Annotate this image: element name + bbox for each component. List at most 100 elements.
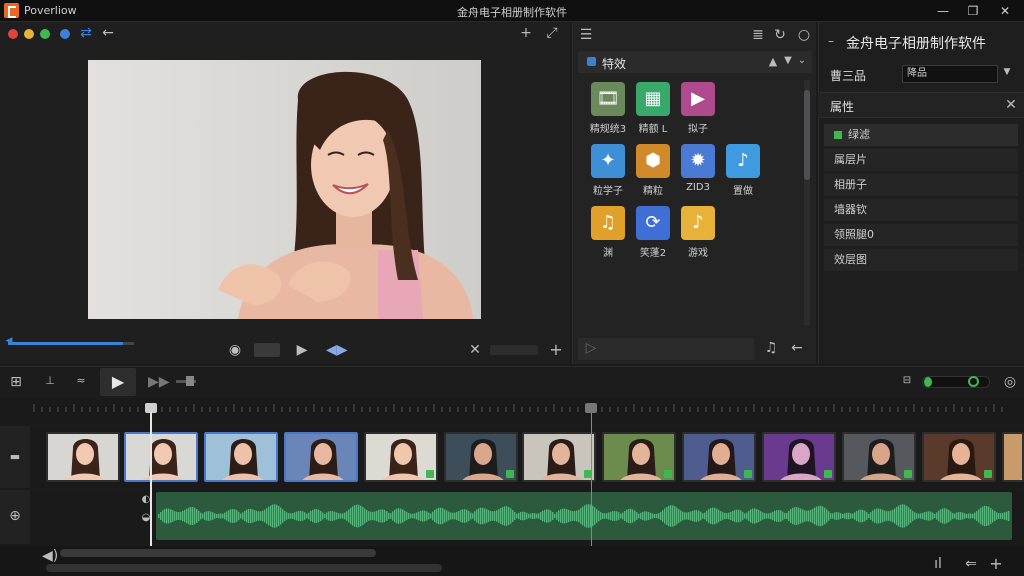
video-clip[interactable] xyxy=(284,432,358,482)
property-item[interactable]: 绿滤 xyxy=(824,124,1018,146)
effects-search-bar[interactable] xyxy=(578,338,754,360)
grid-view-icon[interactable]: ⊞ xyxy=(8,374,24,390)
property-label: 绿滤 xyxy=(848,128,870,141)
transition-loop-icon: ⟳ xyxy=(636,206,670,240)
speaker-icon[interactable]: ◀) xyxy=(42,548,58,564)
volume-handle-icon[interactable]: ◀ xyxy=(4,336,14,346)
effect-tile[interactable]: ♪ 置做 xyxy=(713,144,773,197)
video-clip[interactable] xyxy=(1002,432,1024,482)
timeline-zoom-slider[interactable] xyxy=(922,376,990,388)
filter-icon[interactable]: ≣ xyxy=(750,27,766,43)
record-icon[interactable]: ◉ xyxy=(228,342,242,358)
expand-icon[interactable]: ▼ xyxy=(782,55,794,66)
chevron-down-icon[interactable]: ⌄ xyxy=(796,55,808,66)
close-icon[interactable]: ✕ xyxy=(1004,97,1018,113)
split-icon[interactable]: ⊥ xyxy=(42,374,58,387)
video-clip[interactable] xyxy=(842,432,916,482)
puzzle-gear-icon: ✹ xyxy=(681,144,715,178)
play-preview-icon[interactable]: ▷ xyxy=(584,340,598,356)
red-dot-icon[interactable] xyxy=(8,29,18,39)
property-item[interactable]: 墙器钦 xyxy=(824,199,1018,221)
zoom-field[interactable] xyxy=(490,345,538,355)
share-icon[interactable]: ⤢ xyxy=(544,25,560,41)
redo-arrow-icon[interactable]: ⇄ xyxy=(78,25,94,41)
green-dot-icon[interactable] xyxy=(40,29,50,39)
video-clip[interactable] xyxy=(364,432,438,482)
effects-scroll-thumb[interactable] xyxy=(804,90,810,180)
effects-category-label: 特效 xyxy=(602,57,627,71)
marker-line[interactable] xyxy=(590,412,592,546)
property-label: 属层片 xyxy=(834,153,867,166)
video-clip[interactable] xyxy=(124,432,198,482)
audio-waveform xyxy=(158,504,1010,528)
blue-dot-icon[interactable] xyxy=(60,29,70,39)
video-clip[interactable] xyxy=(522,432,596,482)
settings-icon[interactable]: ◎ xyxy=(1002,374,1018,390)
list-view-icon[interactable]: ☰ xyxy=(578,27,594,43)
video-clip[interactable] xyxy=(46,432,120,482)
active-indicator-icon xyxy=(834,131,842,139)
search-icon[interactable]: ○ xyxy=(796,27,812,43)
video-clip[interactable] xyxy=(922,432,996,482)
zoom-in-icon[interactable]: + xyxy=(548,340,564,359)
effect-tile[interactable]: ♪ 游戏 xyxy=(668,206,728,259)
add-track-icon[interactable]: + xyxy=(988,554,1004,573)
pin-icon[interactable]: ▲ xyxy=(766,55,780,68)
collapse-icon[interactable]: – xyxy=(826,34,836,48)
volume-icon[interactable]: ◀▶ xyxy=(326,342,348,358)
magic-wand-icon: ✦ xyxy=(591,144,625,178)
video-clip[interactable] xyxy=(602,432,676,482)
property-item[interactable]: 领照腿0 xyxy=(824,224,1018,246)
play-icon: ▶ xyxy=(111,372,125,391)
video-clip[interactable] xyxy=(204,432,278,482)
timeline-zoom-start xyxy=(924,377,932,387)
effect-label: 游戏 xyxy=(688,248,708,259)
effect-label: 拟子 xyxy=(688,124,708,135)
yellow-dot-icon[interactable] xyxy=(24,29,34,39)
audio-track-icon[interactable]: ⊕ xyxy=(6,508,24,524)
back-arrow-icon[interactable]: ← xyxy=(100,25,116,41)
dropdown-arrow-icon[interactable]: ▼ xyxy=(1002,67,1012,77)
fast-forward-icon[interactable]: ▶▶ xyxy=(148,374,170,390)
add-icon[interactable]: + xyxy=(518,25,534,41)
property-item[interactable]: 效层图 xyxy=(824,249,1018,271)
music-note-icon: ♪ xyxy=(726,144,760,178)
film-clapper-icon: 🎞 xyxy=(591,82,625,116)
minimize-button[interactable]: — xyxy=(934,2,952,20)
preset-select[interactable]: 降品 xyxy=(902,65,998,83)
playhead[interactable] xyxy=(149,412,152,546)
audio-file-icon: ♫ xyxy=(591,206,625,240)
property-item[interactable]: 相册子 xyxy=(824,174,1018,196)
speed-slider-handle[interactable] xyxy=(186,376,194,386)
film-track-icon[interactable]: ▬ xyxy=(7,450,23,463)
back-arrow-icon[interactable]: ← xyxy=(788,340,806,356)
video-clip[interactable] xyxy=(682,432,756,482)
preview-video-frame[interactable] xyxy=(88,60,481,319)
close-button[interactable]: ✕ xyxy=(996,2,1014,20)
undo-icon[interactable]: ⇐ xyxy=(962,556,980,572)
video-clip[interactable] xyxy=(444,432,518,482)
clip-thumbnail xyxy=(206,434,276,480)
aspect-ratio-toggle[interactable] xyxy=(254,343,280,357)
clip-badge-icon xyxy=(744,470,752,478)
next-frame-icon[interactable]: ▶ xyxy=(294,342,310,358)
history-icon[interactable]: ↻ xyxy=(772,27,788,43)
property-item[interactable]: 属层片 xyxy=(824,149,1018,171)
horizontal-scrollbar[interactable] xyxy=(60,549,376,557)
levels-icon[interactable]: ıl xyxy=(930,556,946,572)
mute-icon[interactable]: ✕ xyxy=(468,342,482,358)
clip-badge-icon xyxy=(904,470,912,478)
property-label: 效层图 xyxy=(834,253,867,266)
clip-thumbnail xyxy=(286,434,356,480)
timeline-zoom-handle[interactable] xyxy=(968,376,979,387)
snap-icon[interactable]: ⊟ xyxy=(898,375,916,386)
restore-button[interactable]: ❐ xyxy=(964,2,982,20)
timeline-scrollbar[interactable] xyxy=(46,564,442,572)
clip-badge-icon xyxy=(824,470,832,478)
property-label: 领照腿0 xyxy=(834,228,874,241)
property-label: 相册子 xyxy=(834,178,867,191)
effect-tile[interactable]: ▶ 拟子 xyxy=(668,82,728,135)
music-library-icon[interactable]: ♫ xyxy=(762,340,780,356)
video-clip[interactable] xyxy=(762,432,836,482)
speed-icon[interactable]: ≈ xyxy=(72,374,90,387)
